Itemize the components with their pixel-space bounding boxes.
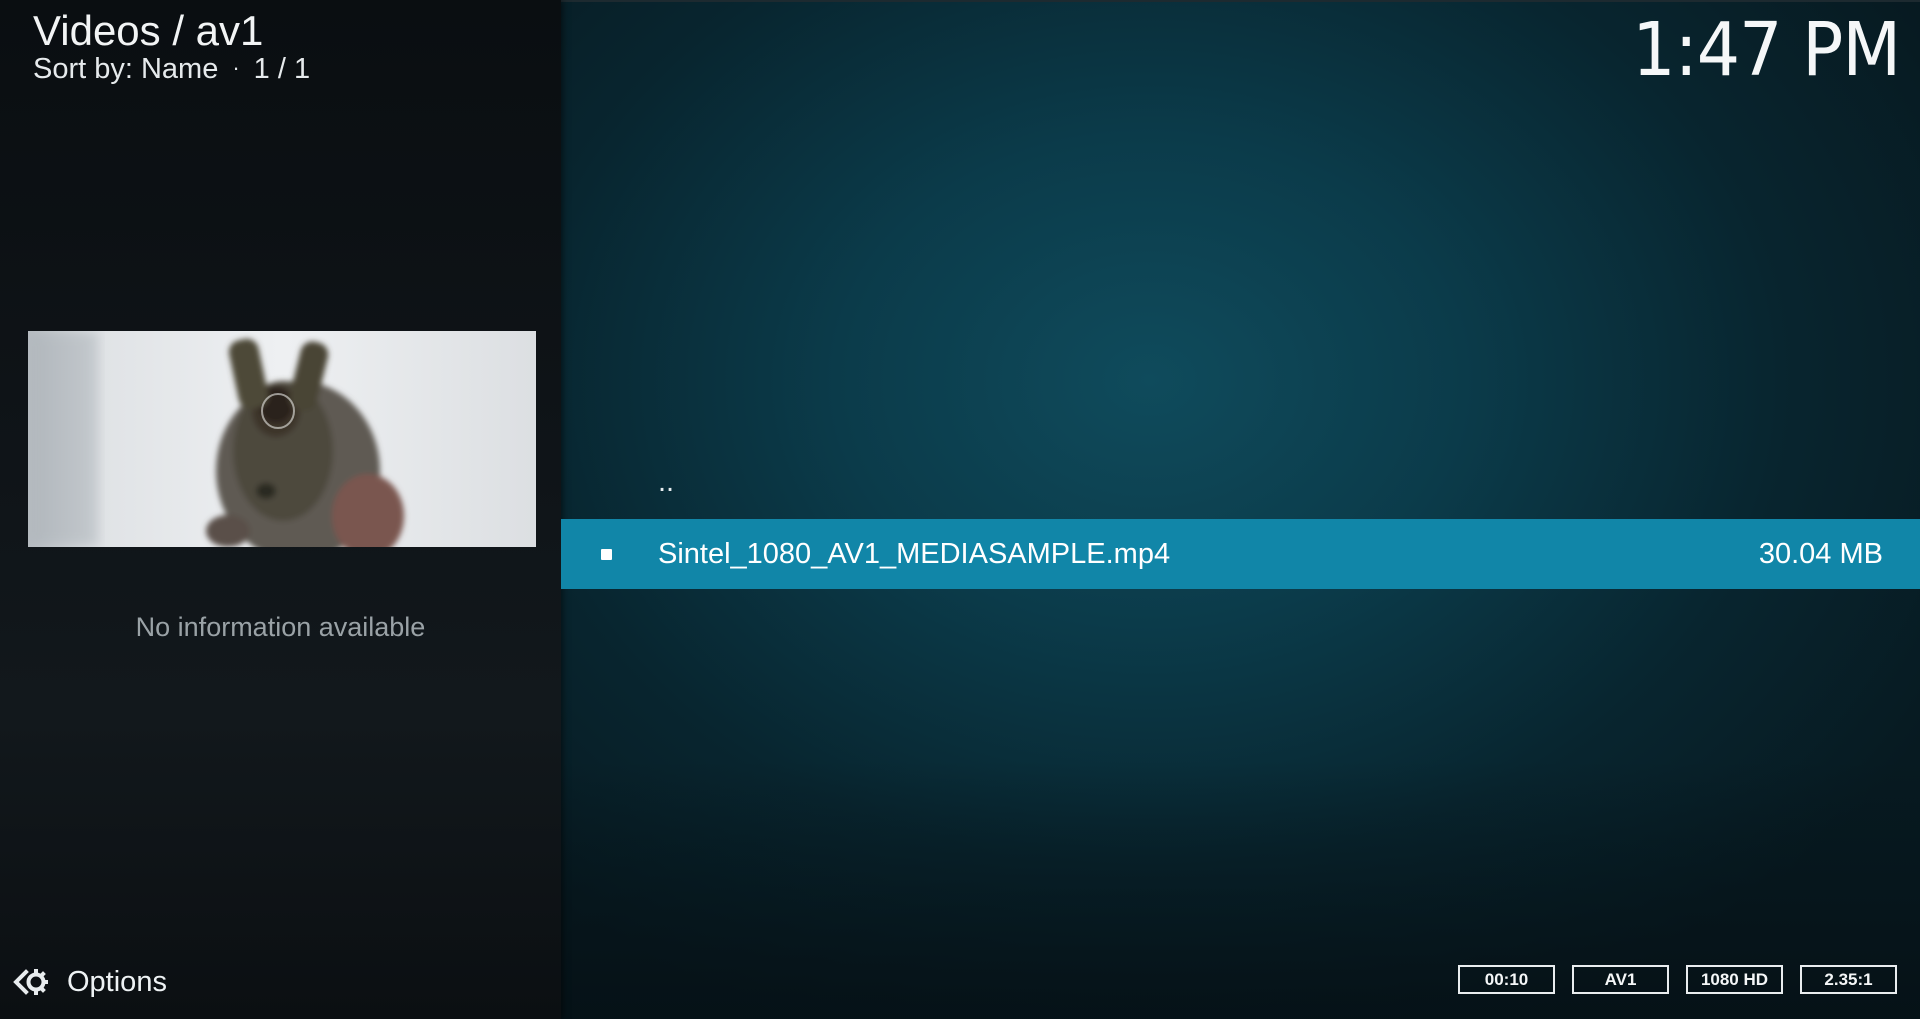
options-gear-arrow-icon bbox=[13, 969, 48, 995]
sort-info[interactable]: Sort by: Name · 1 / 1 bbox=[33, 50, 310, 87]
video-thumbnail bbox=[28, 331, 536, 547]
aspect-ratio-flag: 2.35:1 bbox=[1800, 965, 1897, 994]
separator-dot: · bbox=[232, 55, 240, 80]
sort-label: Sort by: Name bbox=[33, 53, 219, 85]
media-flags: 00:10 AV1 1080 HD 2.35:1 bbox=[1458, 965, 1897, 994]
duration-flag: 00:10 bbox=[1458, 965, 1555, 994]
list-item-parent-folder[interactable]: .. bbox=[561, 452, 1920, 522]
list-item-label: Sintel_1080_AV1_MEDIASAMPLE.mp4 bbox=[658, 537, 1171, 570]
list-item-file[interactable]: Sintel_1080_AV1_MEDIASAMPLE.mp4 30.04 MB bbox=[561, 519, 1920, 589]
file-size: 30.04 MB bbox=[1758, 537, 1883, 570]
list-item-label: .. bbox=[658, 466, 675, 498]
file-list: .. Sintel_1080_AV1_MEDIASAMPLE.mp4 30.04… bbox=[561, 0, 1920, 1019]
options-button[interactable]: Options bbox=[12, 962, 167, 1002]
options-label: Options bbox=[67, 965, 167, 998]
resolution-flag: 1080 HD bbox=[1686, 965, 1783, 994]
breadcrumb: Videos / av1 bbox=[33, 7, 264, 54]
page-count: 1 / 1 bbox=[253, 53, 311, 85]
thumbnail-image bbox=[28, 331, 536, 547]
no-info-message: No information available bbox=[135, 612, 426, 642]
kodi-video-browser: No information available Videos / av1 So… bbox=[0, 0, 1920, 1019]
bullet-icon bbox=[601, 548, 612, 560]
info-side-panel: No information available bbox=[0, 0, 561, 1019]
codec-flag: AV1 bbox=[1572, 965, 1669, 994]
